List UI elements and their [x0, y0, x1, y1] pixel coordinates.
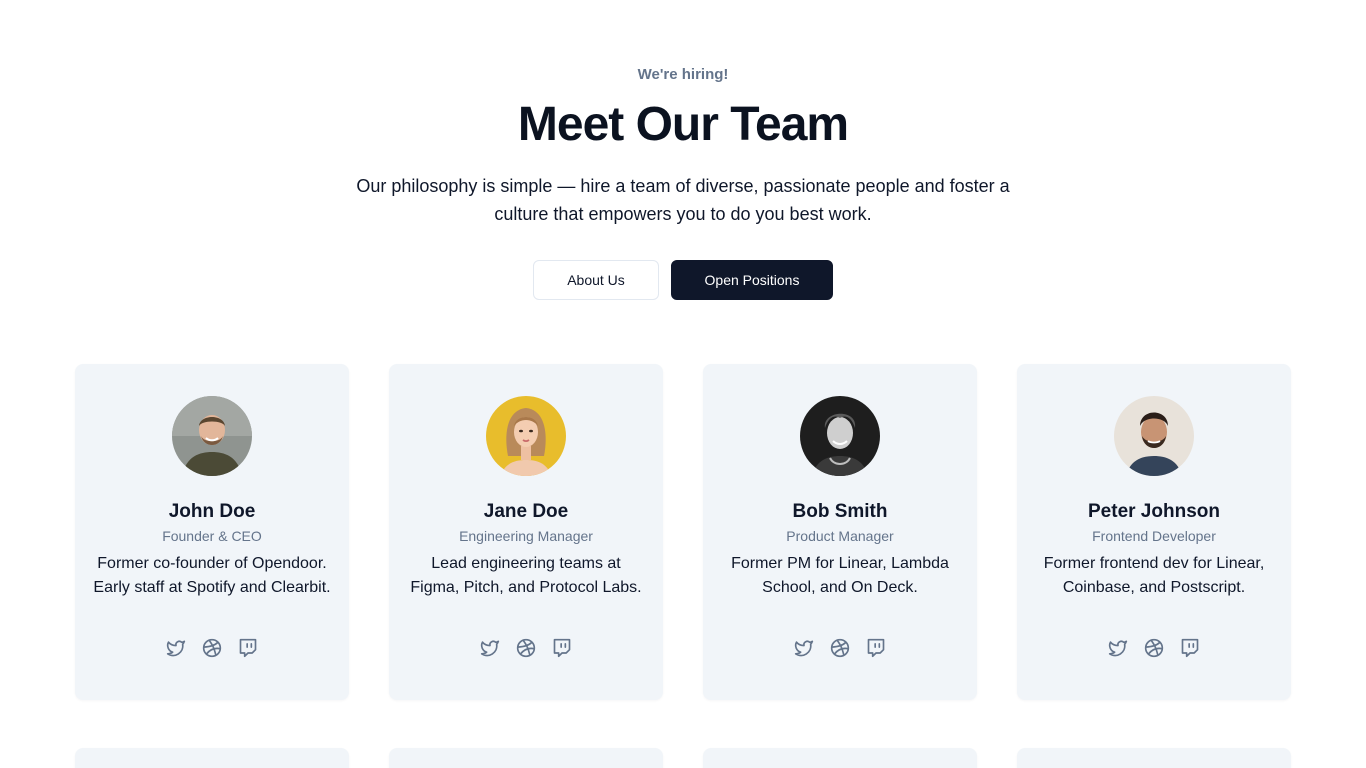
team-card: John Doe Founder & CEO Former co-founder…	[75, 364, 349, 700]
hiring-eyebrow: We're hiring!	[637, 66, 729, 83]
twitter-icon[interactable]	[1108, 638, 1128, 658]
team-card-partial	[75, 748, 349, 768]
page-subtitle: Our philosophy is simple — hire a team o…	[356, 176, 1010, 224]
header-actions: About Us Open Positions	[0, 260, 1366, 300]
twitter-icon[interactable]	[794, 638, 814, 658]
team-grid: John Doe Founder & CEO Former co-founder…	[75, 364, 1291, 768]
about-us-button[interactable]: About Us	[533, 260, 659, 300]
dribbble-icon[interactable]	[202, 638, 222, 658]
twitch-icon[interactable]	[552, 638, 572, 658]
member-bio: Former PM for Linear, Lambda School, and…	[731, 555, 949, 596]
avatar	[800, 396, 880, 476]
twitch-icon[interactable]	[238, 638, 258, 658]
member-bio: Lead engineering teams at Figma, Pitch, …	[410, 555, 642, 596]
team-card-partial	[703, 748, 977, 768]
team-card: Jane Doe Engineering Manager Lead engine…	[389, 364, 663, 700]
team-card-partial	[1017, 748, 1291, 768]
member-role: Product Manager	[786, 528, 894, 544]
twitter-icon[interactable]	[480, 638, 500, 658]
member-name: Bob Smith	[792, 501, 888, 522]
team-page: We're hiring! Meet Our Team Our philosop…	[0, 0, 1366, 768]
open-positions-button[interactable]: Open Positions	[671, 260, 833, 300]
team-card: Bob Smith Product Manager Former PM for …	[703, 364, 977, 700]
social-links	[794, 638, 886, 658]
social-links	[1108, 638, 1200, 658]
member-bio: Former co-founder of Opendoor. Early sta…	[93, 555, 331, 596]
social-links	[480, 638, 572, 658]
team-card-partial	[389, 748, 663, 768]
team-card: Peter Johnson Frontend Developer Former …	[1017, 364, 1291, 700]
twitter-icon[interactable]	[166, 638, 186, 658]
member-role: Engineering Manager	[459, 528, 593, 544]
avatar	[486, 396, 566, 476]
member-bio: Former frontend dev for Linear, Coinbase…	[1043, 555, 1265, 596]
page-title: Meet Our Team	[517, 98, 849, 151]
member-role: Founder & CEO	[162, 528, 262, 544]
avatar	[172, 396, 252, 476]
dribbble-icon[interactable]	[830, 638, 850, 658]
member-name: John Doe	[168, 501, 256, 522]
dribbble-icon[interactable]	[1144, 638, 1164, 658]
twitch-icon[interactable]	[866, 638, 886, 658]
social-links	[166, 638, 258, 658]
avatar	[1114, 396, 1194, 476]
dribbble-icon[interactable]	[516, 638, 536, 658]
member-name: Peter Johnson	[1088, 501, 1220, 522]
member-role: Frontend Developer	[1092, 528, 1216, 544]
member-name: Jane Doe	[483, 501, 569, 522]
twitch-icon[interactable]	[1180, 638, 1200, 658]
